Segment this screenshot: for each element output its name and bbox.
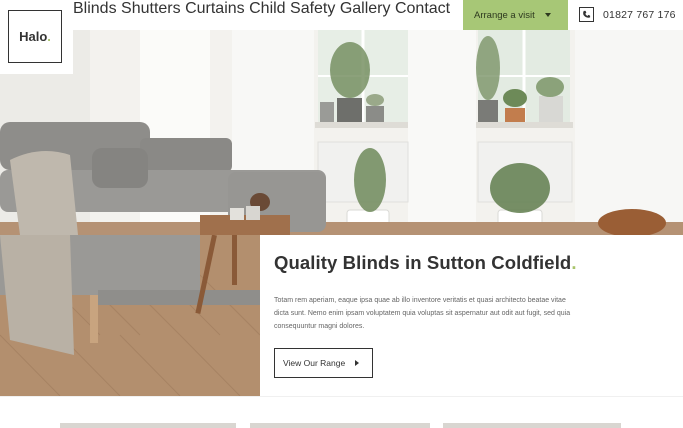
logo-dot: . [47, 29, 51, 44]
gallery-thumbnail[interactable] [250, 423, 430, 428]
nav-item-curtains[interactable]: Curtains [185, 0, 245, 17]
nav-item-gallery[interactable]: Gallery [340, 0, 391, 17]
arrange-visit-button[interactable]: Arrange a visit [463, 0, 568, 30]
section-divider [0, 396, 683, 397]
logo-text: Halo [19, 29, 48, 44]
hero-content: Quality Blinds in Sutton Coldfield. Tota… [274, 252, 604, 378]
halo-logo[interactable]: Halo. [8, 10, 62, 63]
view-range-label: View Our Range [283, 358, 346, 368]
view-our-range-button[interactable]: View Our Range [274, 348, 373, 378]
hero-image [0, 30, 683, 235]
phone-contact[interactable]: 01827 767 176 [579, 7, 676, 22]
gallery-preview-strip [0, 423, 683, 428]
title-dot: . [571, 252, 577, 273]
gallery-thumbnail[interactable] [60, 423, 236, 428]
arrange-visit-label: Arrange a visit [474, 9, 535, 21]
nav-item-child-safety[interactable]: Child Safety [249, 0, 335, 17]
hero-description: Totam rem aperiam, eaque ipsa quae ab il… [274, 297, 571, 330]
phone-number: 01827 767 176 [603, 8, 676, 21]
chevron-right-icon [355, 360, 360, 366]
nav-item-blinds[interactable]: Blinds [73, 0, 117, 17]
nav-item-shutters[interactable]: Shutters [121, 0, 181, 17]
logo-container[interactable]: Halo. [0, 0, 73, 74]
nav-item-contact[interactable]: Contact [395, 0, 450, 17]
page-title: Quality Blinds in Sutton Coldfield. [274, 252, 604, 274]
hero-image-lower [0, 235, 260, 396]
phone-icon [579, 7, 594, 22]
page-title-text: Quality Blinds in Sutton Coldfield [274, 252, 572, 273]
gallery-thumbnail[interactable] [443, 423, 621, 428]
chevron-down-icon [544, 13, 551, 17]
